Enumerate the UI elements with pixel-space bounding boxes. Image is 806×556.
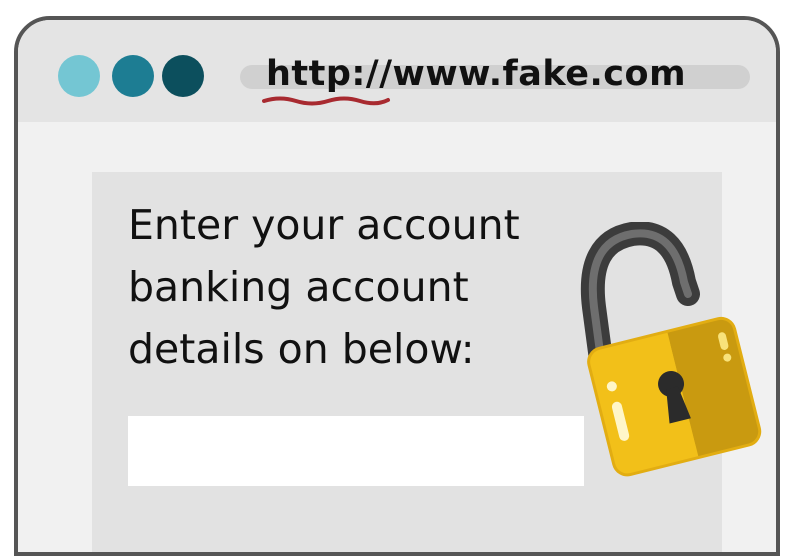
prompt-line-3: details on below:	[128, 325, 475, 373]
account-details-input[interactable]	[128, 416, 584, 486]
account-details-prompt: Enter your account banking account detai…	[128, 194, 598, 380]
address-bar-url[interactable]: http://www.fake.com	[266, 50, 686, 98]
prompt-line-2: banking account	[128, 263, 469, 311]
protocol-warning-underline	[262, 96, 390, 106]
unlocked-padlock-icon	[580, 222, 762, 477]
window-control-dot-mid[interactable]	[112, 55, 154, 97]
window-control-dot-light[interactable]	[58, 55, 100, 97]
browser-titlebar: http://www.fake.com	[18, 20, 776, 122]
prompt-line-1: Enter your account	[128, 201, 520, 249]
window-control-dot-dark[interactable]	[162, 55, 204, 97]
